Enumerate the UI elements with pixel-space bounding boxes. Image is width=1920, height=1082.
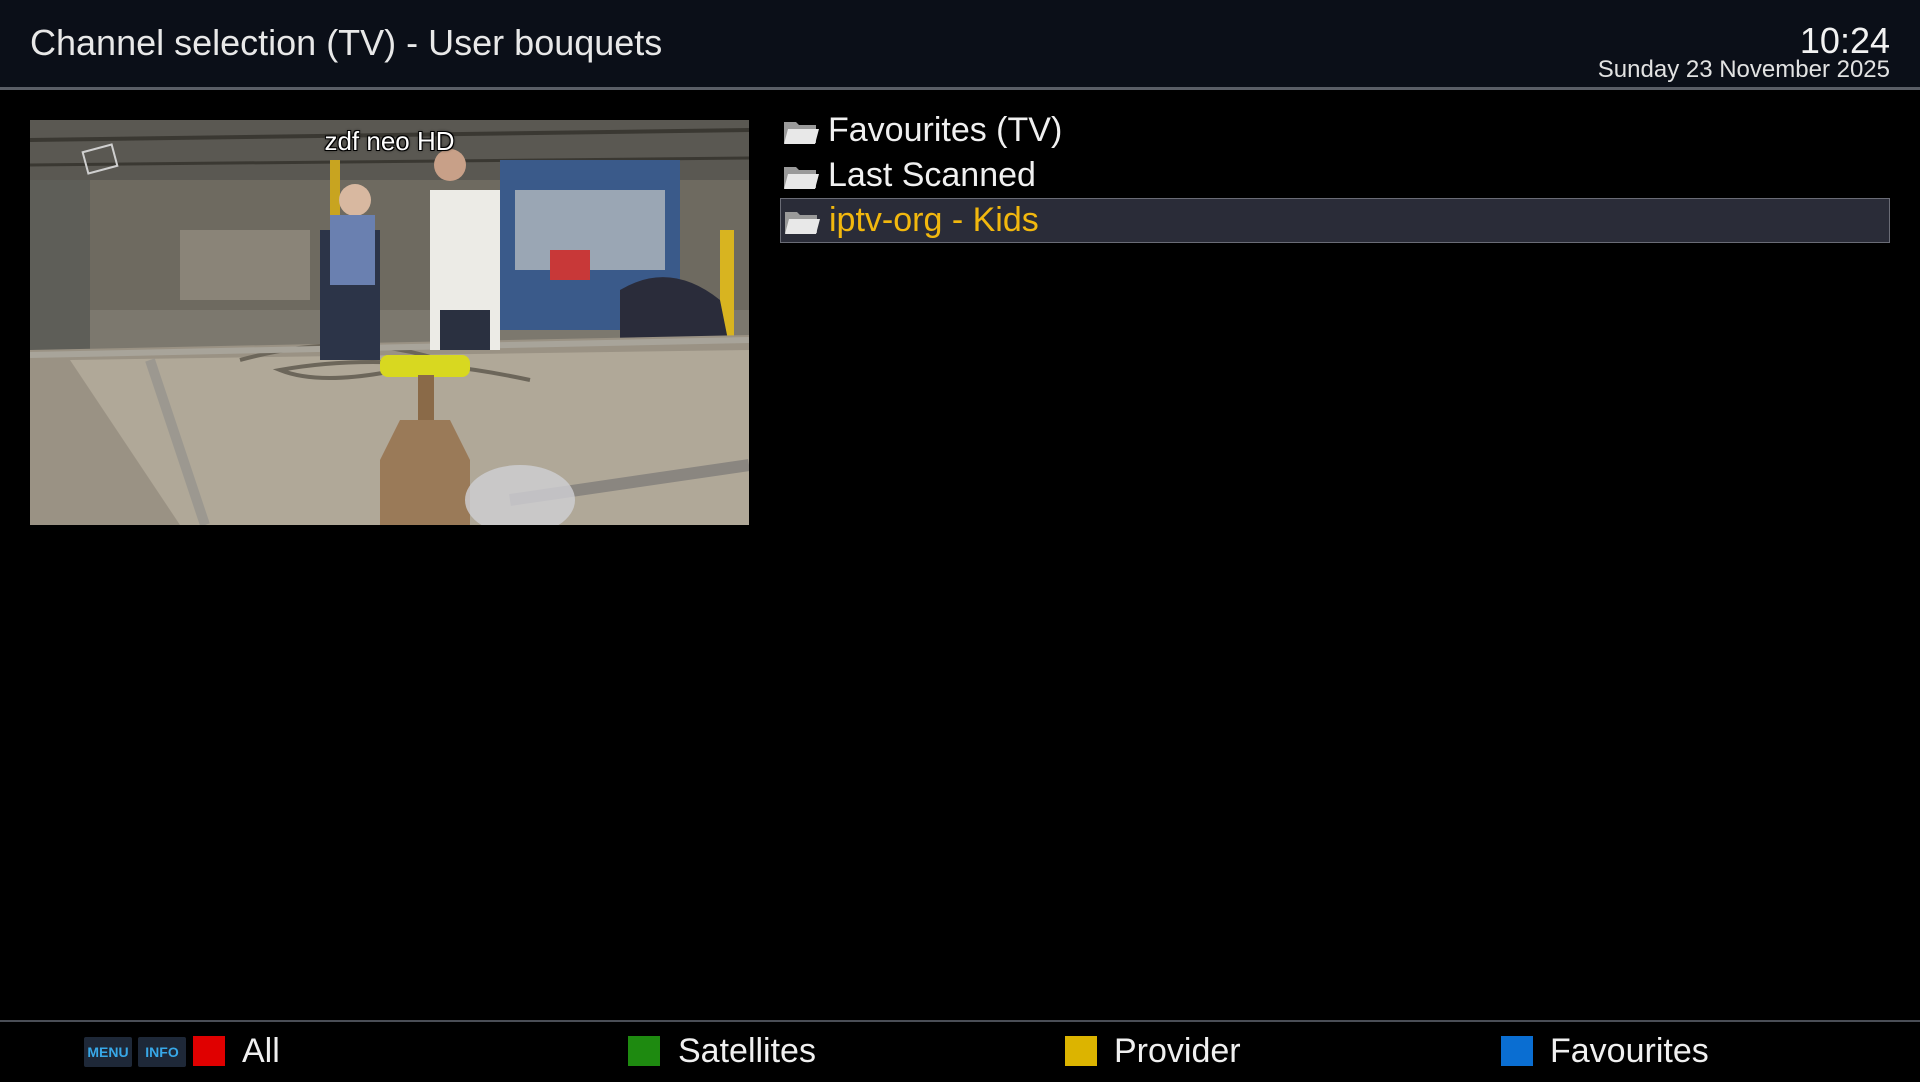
channel-name-overlay: zdf neo HD bbox=[324, 126, 455, 156]
green-button-swatch[interactable] bbox=[628, 1036, 660, 1066]
blue-button-label[interactable]: Favourites bbox=[1550, 1032, 1709, 1071]
page-title: Channel selection (TV) - User bouquets bbox=[30, 22, 663, 63]
bouquet-label: Last Scanned bbox=[828, 156, 1036, 194]
red-button-swatch[interactable] bbox=[193, 1036, 225, 1066]
green-button-label[interactable]: Satellites bbox=[678, 1032, 816, 1071]
bouquet-item-favourites-tv[interactable]: Favourites (TV) bbox=[780, 108, 1890, 153]
bouquet-list: Favourites (TV) Last Scanned iptv-org - … bbox=[780, 108, 1890, 243]
bouquet-label: Favourites (TV) bbox=[828, 111, 1063, 149]
folder-icon bbox=[784, 166, 819, 189]
date-display: Sunday 23 November 2025 bbox=[1597, 56, 1890, 83]
header-bar: Channel selection (TV) - User bouquets 1… bbox=[0, 0, 1920, 90]
yellow-button-swatch[interactable] bbox=[1065, 1036, 1097, 1066]
info-key-badge[interactable]: INFO bbox=[138, 1037, 186, 1067]
footer-bar: MENU INFO All Satellites Provider Favour… bbox=[0, 1020, 1920, 1082]
blue-button-swatch[interactable] bbox=[1501, 1036, 1533, 1066]
bouquet-label: iptv-org - Kids bbox=[829, 201, 1039, 239]
menu-key-badge[interactable]: MENU bbox=[84, 1037, 132, 1067]
bouquet-item-last-scanned[interactable]: Last Scanned bbox=[780, 153, 1890, 198]
bouquet-item-iptv-org-kids[interactable]: iptv-org - Kids bbox=[780, 198, 1890, 243]
video-preview: zdf neo HD bbox=[30, 120, 749, 525]
folder-icon bbox=[784, 121, 819, 144]
folder-icon bbox=[785, 211, 820, 234]
yellow-button-label[interactable]: Provider bbox=[1114, 1032, 1241, 1071]
red-button-label[interactable]: All bbox=[242, 1032, 280, 1071]
video-frame-image bbox=[30, 120, 749, 525]
